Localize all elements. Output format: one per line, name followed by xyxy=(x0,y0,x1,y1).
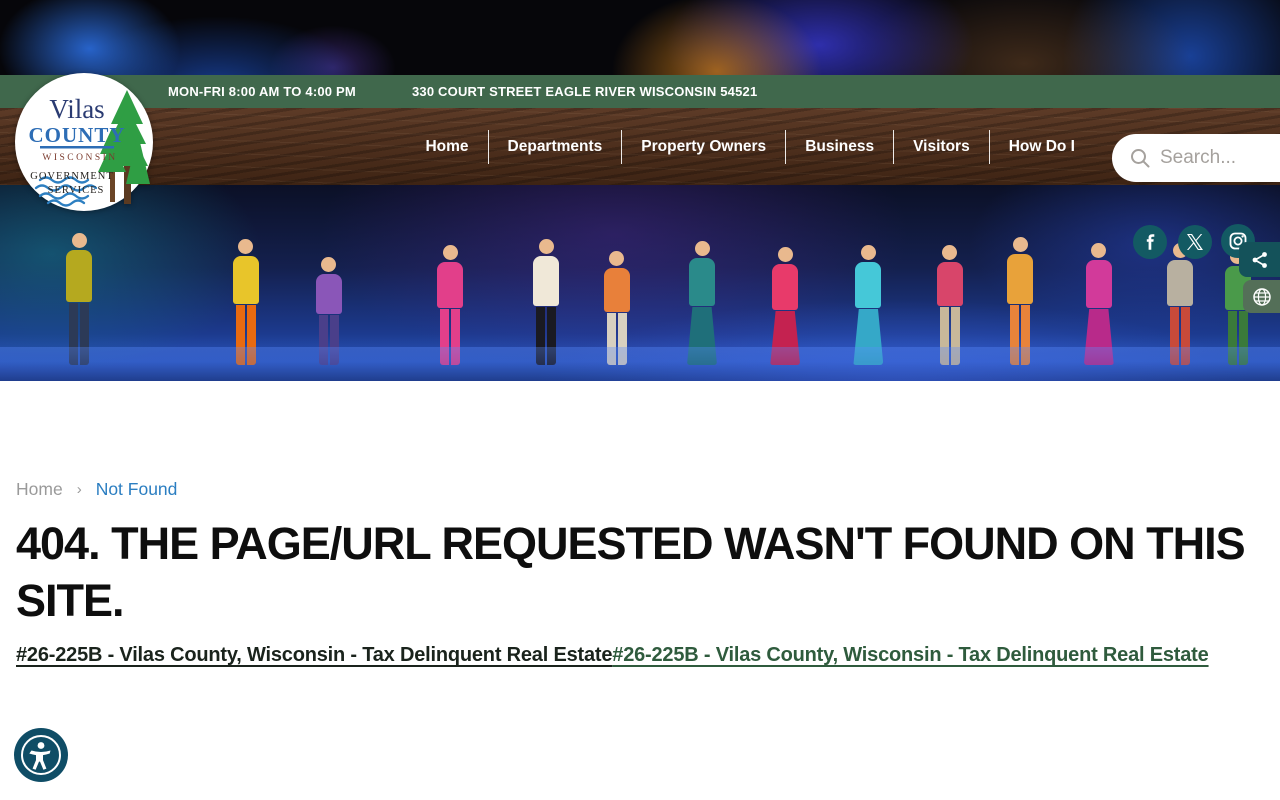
nav-item-property-owners[interactable]: Property Owners xyxy=(621,130,785,164)
stage-photo-banner xyxy=(0,185,1280,381)
office-hours: MON-FRI 8:00 AM TO 4:00 PM xyxy=(168,84,356,99)
performer-figure xyxy=(1167,243,1193,365)
nav-item-business[interactable]: Business xyxy=(785,130,893,164)
share-icon xyxy=(1251,251,1269,269)
performer-figure xyxy=(233,239,259,365)
office-address: 330 COURT STREET EAGLE RIVER WISCONSIN 5… xyxy=(412,84,757,99)
globe-icon xyxy=(1252,287,1272,307)
stage-photo-top xyxy=(0,0,1280,75)
nav-item-how-do-i[interactable]: How Do I xyxy=(989,130,1094,164)
info-bar: MON-FRI 8:00 AM TO 4:00 PM 330 COURT STR… xyxy=(0,75,1280,108)
nav-list: Home Departments Property Owners Busines… xyxy=(406,108,1094,185)
logo-vilas-text: Vilas xyxy=(49,94,104,124)
performer-figure xyxy=(1084,243,1114,365)
performer-figure xyxy=(770,247,800,365)
tax-delinquent-link-green[interactable]: #26-225B - Vilas County, Wisconsin - Tax… xyxy=(612,644,1208,666)
breadcrumb-current: Not Found xyxy=(96,479,178,500)
performer-figure xyxy=(937,245,963,365)
main-content: Home › Not Found 404. THE PAGE/URL REQUE… xyxy=(0,381,1280,668)
nav-item-home[interactable]: Home xyxy=(406,130,487,164)
search-icon xyxy=(1129,147,1151,169)
performer-figure xyxy=(853,245,883,365)
breadcrumb: Home › Not Found xyxy=(16,479,1264,500)
x-icon xyxy=(1187,234,1203,250)
search-input[interactable] xyxy=(1160,147,1280,169)
performer-figure xyxy=(533,239,559,365)
breadcrumb-home-link[interactable]: Home xyxy=(16,479,63,500)
page-title: 404. THE PAGE/URL REQUESTED WASN'T FOUND… xyxy=(16,516,1256,629)
performer-figure xyxy=(316,257,342,365)
performer-figure xyxy=(437,245,463,365)
x-twitter-button[interactable] xyxy=(1178,225,1212,259)
facebook-button[interactable] xyxy=(1133,225,1167,259)
main-nav: Home Departments Property Owners Busines… xyxy=(0,108,1280,185)
logo-government-text: GOVERNMENT xyxy=(30,171,114,182)
nav-item-visitors[interactable]: Visitors xyxy=(893,130,989,164)
logo-services-text: SERVICES xyxy=(48,185,105,196)
accessibility-widget-button[interactable] xyxy=(14,728,68,782)
performer-figure xyxy=(66,233,92,365)
tax-delinquent-link-dark[interactable]: #26-225B - Vilas County, Wisconsin - Tax… xyxy=(16,644,612,666)
accessibility-icon xyxy=(18,732,64,778)
language-globe-button[interactable] xyxy=(1243,280,1280,313)
share-button[interactable] xyxy=(1239,242,1280,277)
search-box[interactable] xyxy=(1112,134,1280,182)
performer-figure xyxy=(1007,237,1033,365)
county-logo[interactable]: Vilas COUNTY WISCONSIN GOVERNMENT SERVIC… xyxy=(14,72,154,212)
breadcrumb-separator: › xyxy=(77,481,82,498)
facebook-icon xyxy=(1142,234,1158,250)
logo-county-text: COUNTY xyxy=(28,123,125,147)
performer-figure xyxy=(687,241,717,365)
logo-wisconsin-text: WISCONSIN xyxy=(42,153,117,163)
suggested-links: #26-225B - Vilas County, Wisconsin - Tax… xyxy=(16,642,1264,668)
nav-item-departments[interactable]: Departments xyxy=(488,130,622,164)
page: MON-FRI 8:00 AM TO 4:00 PM 330 COURT STR… xyxy=(0,0,1280,800)
performer-figure xyxy=(604,251,630,365)
